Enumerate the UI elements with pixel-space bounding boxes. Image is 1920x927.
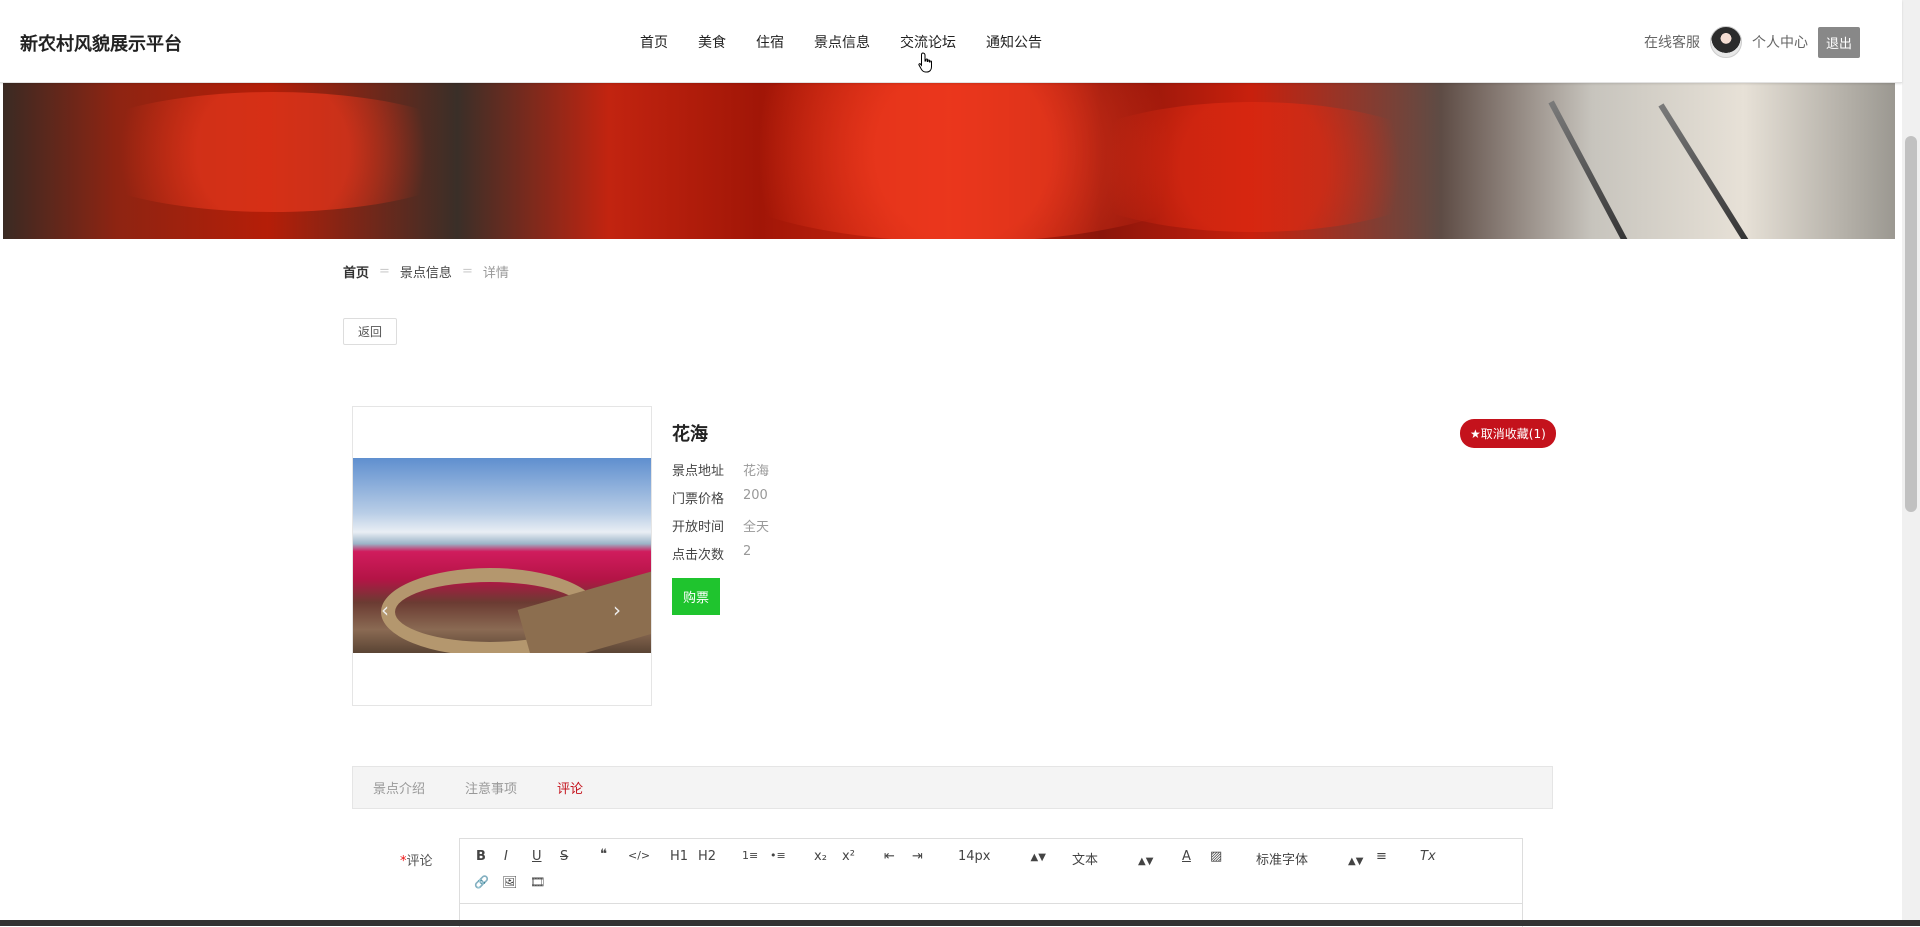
- nav-item-notices[interactable]: 通知公告: [986, 32, 1042, 52]
- main-nav: 首页 美食 住宿 景点信息 交流论坛 通知公告: [640, 32, 1072, 52]
- field-price: 门票价格 200: [672, 488, 768, 507]
- hero-banner: [3, 82, 1895, 239]
- back-button[interactable]: 返回: [343, 318, 398, 345]
- format-select[interactable]: 文本 ▲▼: [1072, 849, 1153, 868]
- nav-item-lodging[interactable]: 住宿: [756, 32, 784, 52]
- carousel-prev-icon[interactable]: ‹: [381, 598, 389, 622]
- video-icon[interactable]: 🎞: [530, 875, 545, 889]
- h2-icon[interactable]: H2: [698, 849, 716, 864]
- nav-item-food[interactable]: 美食: [698, 32, 726, 52]
- align-icon[interactable]: ≡: [1376, 849, 1387, 864]
- hand-cursor-icon: [918, 52, 932, 73]
- bullet-list-icon[interactable]: •≡: [770, 849, 786, 862]
- header-actions: 在线客服 个人中心 退出: [1644, 26, 1860, 58]
- spot-info: 花海 景点地址 花海 门票价格 200 开放时间 全天 点击次数 2 购票: [672, 420, 769, 615]
- breadcrumb-current: 详情: [482, 266, 509, 281]
- nav-item-forum[interactable]: 交流论坛: [900, 32, 956, 52]
- field-address: 景点地址 花海: [672, 464, 770, 479]
- background-color-icon[interactable]: ▨: [1210, 849, 1222, 864]
- carousel-next-icon[interactable]: ›: [613, 598, 621, 622]
- spot-photo: ‹ ›: [353, 458, 651, 653]
- image-icon[interactable]: 🖼: [502, 875, 517, 889]
- top-bar: 新农村风貌展示平台 首页 美食 住宿 景点信息 交流论坛 通知公告 在线客服 个…: [0, 0, 1902, 83]
- image-carousel: ‹ ›: [352, 406, 652, 706]
- breadcrumb-home[interactable]: 首页: [343, 262, 369, 281]
- font-size-select[interactable]: 14px ▲▼: [958, 849, 1046, 864]
- breadcrumb-attractions[interactable]: 景点信息: [400, 262, 452, 281]
- profile-link[interactable]: 个人中心: [1752, 32, 1808, 52]
- h1-icon[interactable]: H1: [670, 849, 688, 864]
- comment-label: *评论: [400, 854, 433, 869]
- scrollbar-thumb[interactable]: [1905, 136, 1917, 512]
- subscript-icon[interactable]: x₂: [814, 849, 827, 864]
- link-icon[interactable]: 🔗: [474, 875, 489, 889]
- scrollbar[interactable]: [1902, 0, 1920, 926]
- nav-item-attractions[interactable]: 景点信息: [814, 32, 870, 52]
- code-icon[interactable]: </>: [628, 849, 650, 862]
- buy-ticket-button[interactable]: 购票: [672, 578, 721, 615]
- quote-icon[interactable]: ❝: [600, 847, 607, 862]
- avatar[interactable]: [1709, 26, 1742, 58]
- detail-tabs: 景点介绍 注意事项 评论: [352, 766, 1553, 809]
- indent-icon[interactable]: ⇥: [912, 849, 923, 864]
- clear-format-icon[interactable]: Tx: [1420, 849, 1436, 864]
- tab-introduction[interactable]: 景点介绍: [373, 778, 425, 797]
- italic-icon[interactable]: I: [504, 849, 508, 864]
- breadcrumb-separator: =: [379, 264, 390, 279]
- strike-icon[interactable]: S: [560, 849, 568, 864]
- field-clicks: 点击次数 2: [672, 544, 752, 563]
- underline-icon[interactable]: U: [532, 849, 542, 864]
- ordered-list-icon[interactable]: 1≡: [742, 849, 758, 862]
- outdent-icon[interactable]: ⇤: [884, 849, 895, 864]
- unfavorite-button[interactable]: ★取消收藏(1): [1460, 419, 1556, 448]
- site-brand[interactable]: 新农村风貌展示平台: [20, 30, 182, 56]
- bold-icon[interactable]: B: [476, 849, 486, 864]
- editor-toolbar: B I U S ❝ </> H1 H2 1≡ •≡ x₂ x² ⇤ ⇥ 14px…: [460, 839, 1522, 904]
- spot-title: 花海: [672, 424, 708, 445]
- tab-notes[interactable]: 注意事项: [465, 778, 517, 797]
- font-family-select[interactable]: 标准字体 ▲▼: [1256, 849, 1363, 868]
- field-hours: 开放时间 全天: [672, 520, 770, 535]
- rich-text-editor[interactable]: B I U S ❝ </> H1 H2 1≡ •≡ x₂ x² ⇤ ⇥ 14px…: [459, 838, 1523, 927]
- logout-button[interactable]: 退出: [1817, 26, 1860, 58]
- superscript-icon[interactable]: x²: [842, 849, 855, 864]
- online-service-link[interactable]: 在线客服: [1644, 32, 1700, 52]
- tab-comments[interactable]: 评论: [557, 778, 583, 797]
- text-color-icon[interactable]: A: [1182, 849, 1191, 864]
- breadcrumb: 首页 = 景点信息 = 详情: [343, 262, 509, 281]
- breadcrumb-separator: =: [461, 264, 473, 279]
- nav-item-home[interactable]: 首页: [640, 32, 668, 52]
- os-taskbar: [0, 920, 1920, 926]
